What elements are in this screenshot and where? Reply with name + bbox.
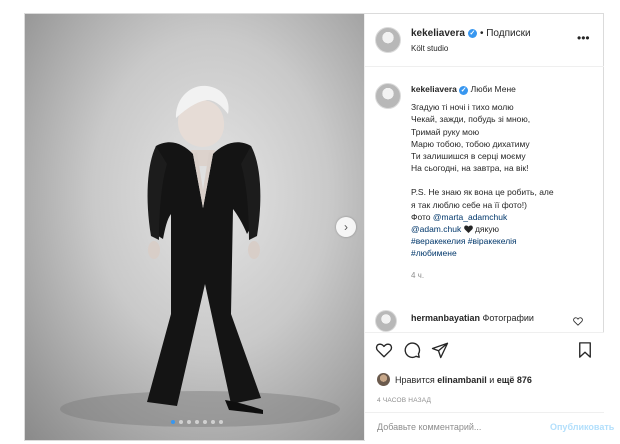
post-photo-image xyxy=(60,85,340,427)
likes-prefix: Нравится xyxy=(395,374,438,385)
verified-badge-icon: ✓ xyxy=(459,86,469,95)
carousel-dot xyxy=(203,420,207,424)
chevron-right-icon: › xyxy=(344,220,348,234)
ps-line: P.S. Не знаю як вона це робить, але xyxy=(411,187,554,198)
mention-link[interactable]: @marta_adamchuk xyxy=(433,212,507,222)
avatar[interactable] xyxy=(375,310,397,332)
poem-line: Ти залишишся в серці моєму xyxy=(411,151,526,162)
hashtag-link[interactable]: #любимене xyxy=(411,247,596,259)
carousel-dots xyxy=(171,420,223,424)
carousel-dot xyxy=(179,420,183,424)
avatar[interactable] xyxy=(375,27,401,53)
comment-text: hermanbayatian Фотографии xyxy=(411,313,534,323)
thanks-line: @adam.chuk дякую xyxy=(411,223,596,235)
black-heart-icon xyxy=(463,225,473,234)
poem-line: На сьогодні, на завтра, на вік! xyxy=(411,163,529,174)
ps-line: я так люблю себе на її фото!) xyxy=(411,199,527,210)
post-actions: Нравится elinambanil и ещё 876 4 ЧАСОВ Н… xyxy=(365,332,614,442)
photo-prefix: Фото xyxy=(411,211,433,222)
poem-line: Згадую ті ночі і тихо молю xyxy=(411,102,514,113)
post-sidebar: kekeliavera ✓ • Подписки Költ studio •••… xyxy=(364,14,614,442)
avatar xyxy=(377,373,390,386)
caption-poem: Згадую ті ночі і тихо молю Чекай, зажди,… xyxy=(411,101,596,174)
likes-middle: и xyxy=(486,374,497,385)
likes-line: Нравится elinambanil и ещё 876 xyxy=(377,373,532,386)
avatar[interactable] xyxy=(375,83,401,109)
bookmark-icon[interactable] xyxy=(576,341,594,359)
hashtag-link[interactable]: #веракекелия #віракекелія xyxy=(411,235,596,247)
heart-outline-icon[interactable] xyxy=(573,317,583,326)
caption-ps: P.S. Не знаю як вона це робить, але я та… xyxy=(411,186,596,259)
likes-count[interactable]: ещё 876 xyxy=(497,375,532,385)
carousel-dot xyxy=(219,420,223,424)
post-timestamp[interactable]: 4 ЧАСОВ НАЗАД xyxy=(377,397,431,404)
like-heart-icon[interactable] xyxy=(375,341,393,359)
header-username[interactable]: kekeliavera xyxy=(411,28,465,39)
photo-credit-line: Фото @marta_adamchuk xyxy=(411,211,596,223)
comment-bubble-icon[interactable] xyxy=(403,341,421,359)
comment-item: hermanbayatian Фотографии xyxy=(365,310,604,332)
instagram-post: › kekeliavera ✓ • Подписки Költ studio •… xyxy=(24,13,614,442)
poem-line: Тримай руку мою xyxy=(411,126,480,137)
add-comment-bar: Опубликовать xyxy=(365,412,614,442)
comment-username[interactable]: hermanbayatian xyxy=(411,313,480,323)
post-header: kekeliavera ✓ • Подписки Költ studio ••• xyxy=(365,14,604,67)
comment-body: Фотографии xyxy=(480,313,534,323)
carousel-next-button[interactable]: › xyxy=(336,217,356,237)
caption: kekeliavera ✓ Люби Мене Згадую ті ночі і… xyxy=(365,67,604,324)
thanks-text: дякую xyxy=(472,224,499,235)
post-photo[interactable]: › xyxy=(25,14,364,440)
comment-input[interactable] xyxy=(377,420,527,434)
location-link[interactable]: Költ studio xyxy=(411,44,448,53)
share-paper-plane-icon[interactable] xyxy=(431,341,449,359)
verified-badge-icon: ✓ xyxy=(467,29,477,38)
publish-button[interactable]: Опубликовать xyxy=(550,422,614,432)
follow-button[interactable]: • Подписки xyxy=(480,28,531,39)
carousel-dot xyxy=(187,420,191,424)
carousel-dot xyxy=(195,420,199,424)
carousel-dot xyxy=(211,420,215,424)
header-user-line: kekeliavera ✓ • Подписки xyxy=(411,28,531,39)
poem-line: Марю тобою, тобою дихатиму xyxy=(411,138,530,149)
caption-time: 4 ч. xyxy=(411,270,425,280)
mention-link[interactable]: @adam.chuk xyxy=(411,224,461,234)
caption-body: kekeliavera ✓ Люби Мене Згадую ті ночі і… xyxy=(411,83,596,282)
more-options-icon[interactable]: ••• xyxy=(577,31,590,45)
poem-line: Чекай, зажди, побудь зі мною, xyxy=(411,114,531,125)
caption-title: Люби Мене xyxy=(470,84,516,94)
caption-username[interactable]: kekeliavera xyxy=(411,84,457,94)
carousel-dot xyxy=(171,420,175,424)
likes-user[interactable]: elinambanil xyxy=(437,375,487,385)
caption-header-line: kekeliavera ✓ Люби Мене xyxy=(411,83,596,95)
